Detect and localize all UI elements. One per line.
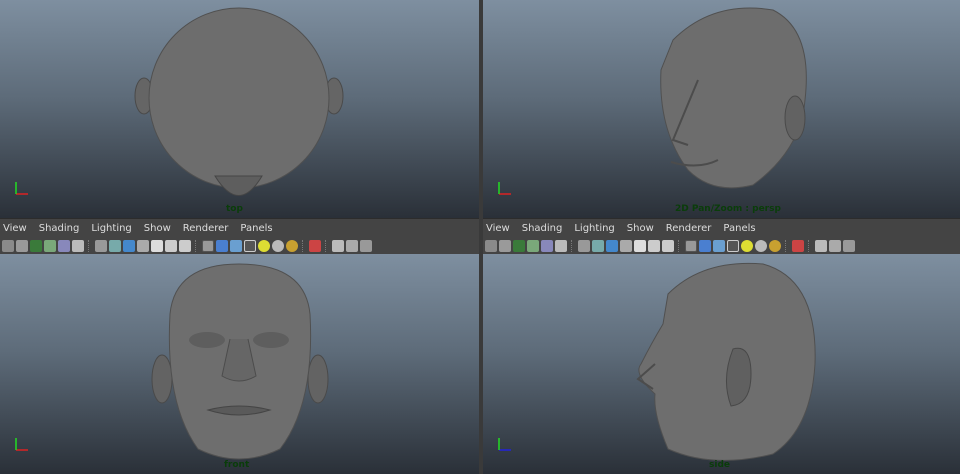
xray-icon[interactable] (332, 239, 344, 252)
flat-shade-icon[interactable] (713, 239, 725, 252)
head-front-view (151, 263, 329, 460)
smooth-shade-icon[interactable] (699, 239, 711, 252)
grid-icon[interactable] (95, 239, 107, 252)
safe-action-icon[interactable] (648, 239, 660, 252)
camera-label-top: top (226, 204, 243, 214)
toolbar-separator (785, 239, 788, 252)
viewport-top[interactable]: top (0, 0, 479, 218)
safe-title-icon[interactable] (179, 239, 191, 252)
2d-pan-zoom-icon[interactable] (58, 239, 70, 252)
toolbar-separator (678, 239, 681, 252)
xray-joints-icon[interactable] (829, 239, 841, 252)
camera-label-side: side (709, 460, 730, 470)
toolbar-separator (195, 239, 198, 252)
axis-gizmo-icon (15, 182, 28, 195)
xray-icon[interactable] (815, 239, 827, 252)
menu-lighting[interactable]: Lighting (91, 223, 131, 234)
isolate-select-icon[interactable] (309, 239, 321, 252)
shadows-icon[interactable] (769, 239, 781, 252)
camera-attributes-icon[interactable] (499, 239, 511, 252)
xray-joints-icon[interactable] (346, 239, 358, 252)
ambient-occlusion-icon[interactable] (843, 239, 855, 252)
flat-shade-icon[interactable] (230, 239, 242, 252)
2d-pan-zoom-icon[interactable] (541, 239, 553, 252)
safe-action-icon[interactable] (165, 239, 177, 252)
grid-icon[interactable] (578, 239, 590, 252)
gate-mask-icon[interactable] (620, 239, 632, 252)
image-plane-icon[interactable] (44, 239, 56, 252)
safe-title-icon[interactable] (662, 239, 674, 252)
viewport-side[interactable]: side (483, 254, 960, 474)
panel-menu-left: View Shading Lighting Show Renderer Pane… (0, 219, 479, 237)
bookmark-icon[interactable] (30, 239, 42, 252)
panel-menu-right: View Shading Lighting Show Renderer Pane… (483, 219, 960, 237)
lights-icon[interactable] (272, 239, 284, 252)
menu-renderer[interactable]: Renderer (183, 223, 229, 234)
toolbar-separator (88, 239, 91, 252)
camera-label-persp: 2D Pan/Zoom : persp (675, 204, 781, 214)
bounding-box-icon[interactable] (727, 239, 739, 252)
axis-gizmo-icon (498, 438, 511, 451)
field-chart-icon[interactable] (151, 239, 163, 252)
menu-renderer[interactable]: Renderer (666, 223, 712, 234)
textured-icon[interactable] (741, 239, 753, 252)
image-plane-icon[interactable] (527, 239, 539, 252)
camera-select-icon[interactable] (2, 239, 14, 252)
bounding-box-icon[interactable] (244, 239, 256, 252)
ambient-occlusion-icon[interactable] (360, 239, 372, 252)
axis-gizmo-icon (15, 438, 28, 451)
toolbar-separator (808, 239, 811, 252)
axis-gizmo-icon (498, 182, 511, 195)
toolbar-separator (571, 239, 574, 252)
viewport-persp[interactable]: 2D Pan/Zoom : persp (483, 0, 960, 218)
field-chart-icon[interactable] (634, 239, 646, 252)
panel-toolbar-right: View Shading Lighting Show Renderer Pane… (483, 218, 960, 254)
camera-select-icon[interactable] (485, 239, 497, 252)
menu-view[interactable]: View (3, 223, 27, 234)
grease-pencil-icon[interactable] (72, 239, 84, 252)
wireframe-icon[interactable] (202, 239, 214, 252)
panel-icons-left (0, 237, 479, 254)
head-persp-view (660, 7, 807, 189)
menu-show[interactable]: Show (627, 223, 654, 234)
camera-label-front: front (224, 460, 250, 470)
gate-mask-icon[interactable] (137, 239, 149, 252)
toolbar-separator (302, 239, 305, 252)
menu-lighting[interactable]: Lighting (574, 223, 614, 234)
head-side-view (636, 262, 816, 461)
camera-attributes-icon[interactable] (16, 239, 28, 252)
resolution-gate-icon[interactable] (606, 239, 618, 252)
isolate-select-icon[interactable] (792, 239, 804, 252)
toolbar-separator (325, 239, 328, 252)
textured-icon[interactable] (258, 239, 270, 252)
shadows-icon[interactable] (286, 239, 298, 252)
menu-panels[interactable]: Panels (723, 223, 755, 234)
head-top-view (134, 7, 344, 196)
grease-pencil-icon[interactable] (555, 239, 567, 252)
viewport-front[interactable]: front (0, 254, 479, 474)
film-gate-icon[interactable] (109, 239, 121, 252)
menu-show[interactable]: Show (144, 223, 171, 234)
menu-shading[interactable]: Shading (522, 223, 563, 234)
menu-panels[interactable]: Panels (240, 223, 272, 234)
film-gate-icon[interactable] (592, 239, 604, 252)
menu-view[interactable]: View (486, 223, 510, 234)
wireframe-icon[interactable] (685, 239, 697, 252)
panel-icons-right (483, 237, 960, 254)
bookmark-icon[interactable] (513, 239, 525, 252)
resolution-gate-icon[interactable] (123, 239, 135, 252)
panel-toolbar-left: View Shading Lighting Show Renderer Pane… (0, 218, 479, 254)
smooth-shade-icon[interactable] (216, 239, 228, 252)
menu-shading[interactable]: Shading (39, 223, 80, 234)
lights-icon[interactable] (755, 239, 767, 252)
